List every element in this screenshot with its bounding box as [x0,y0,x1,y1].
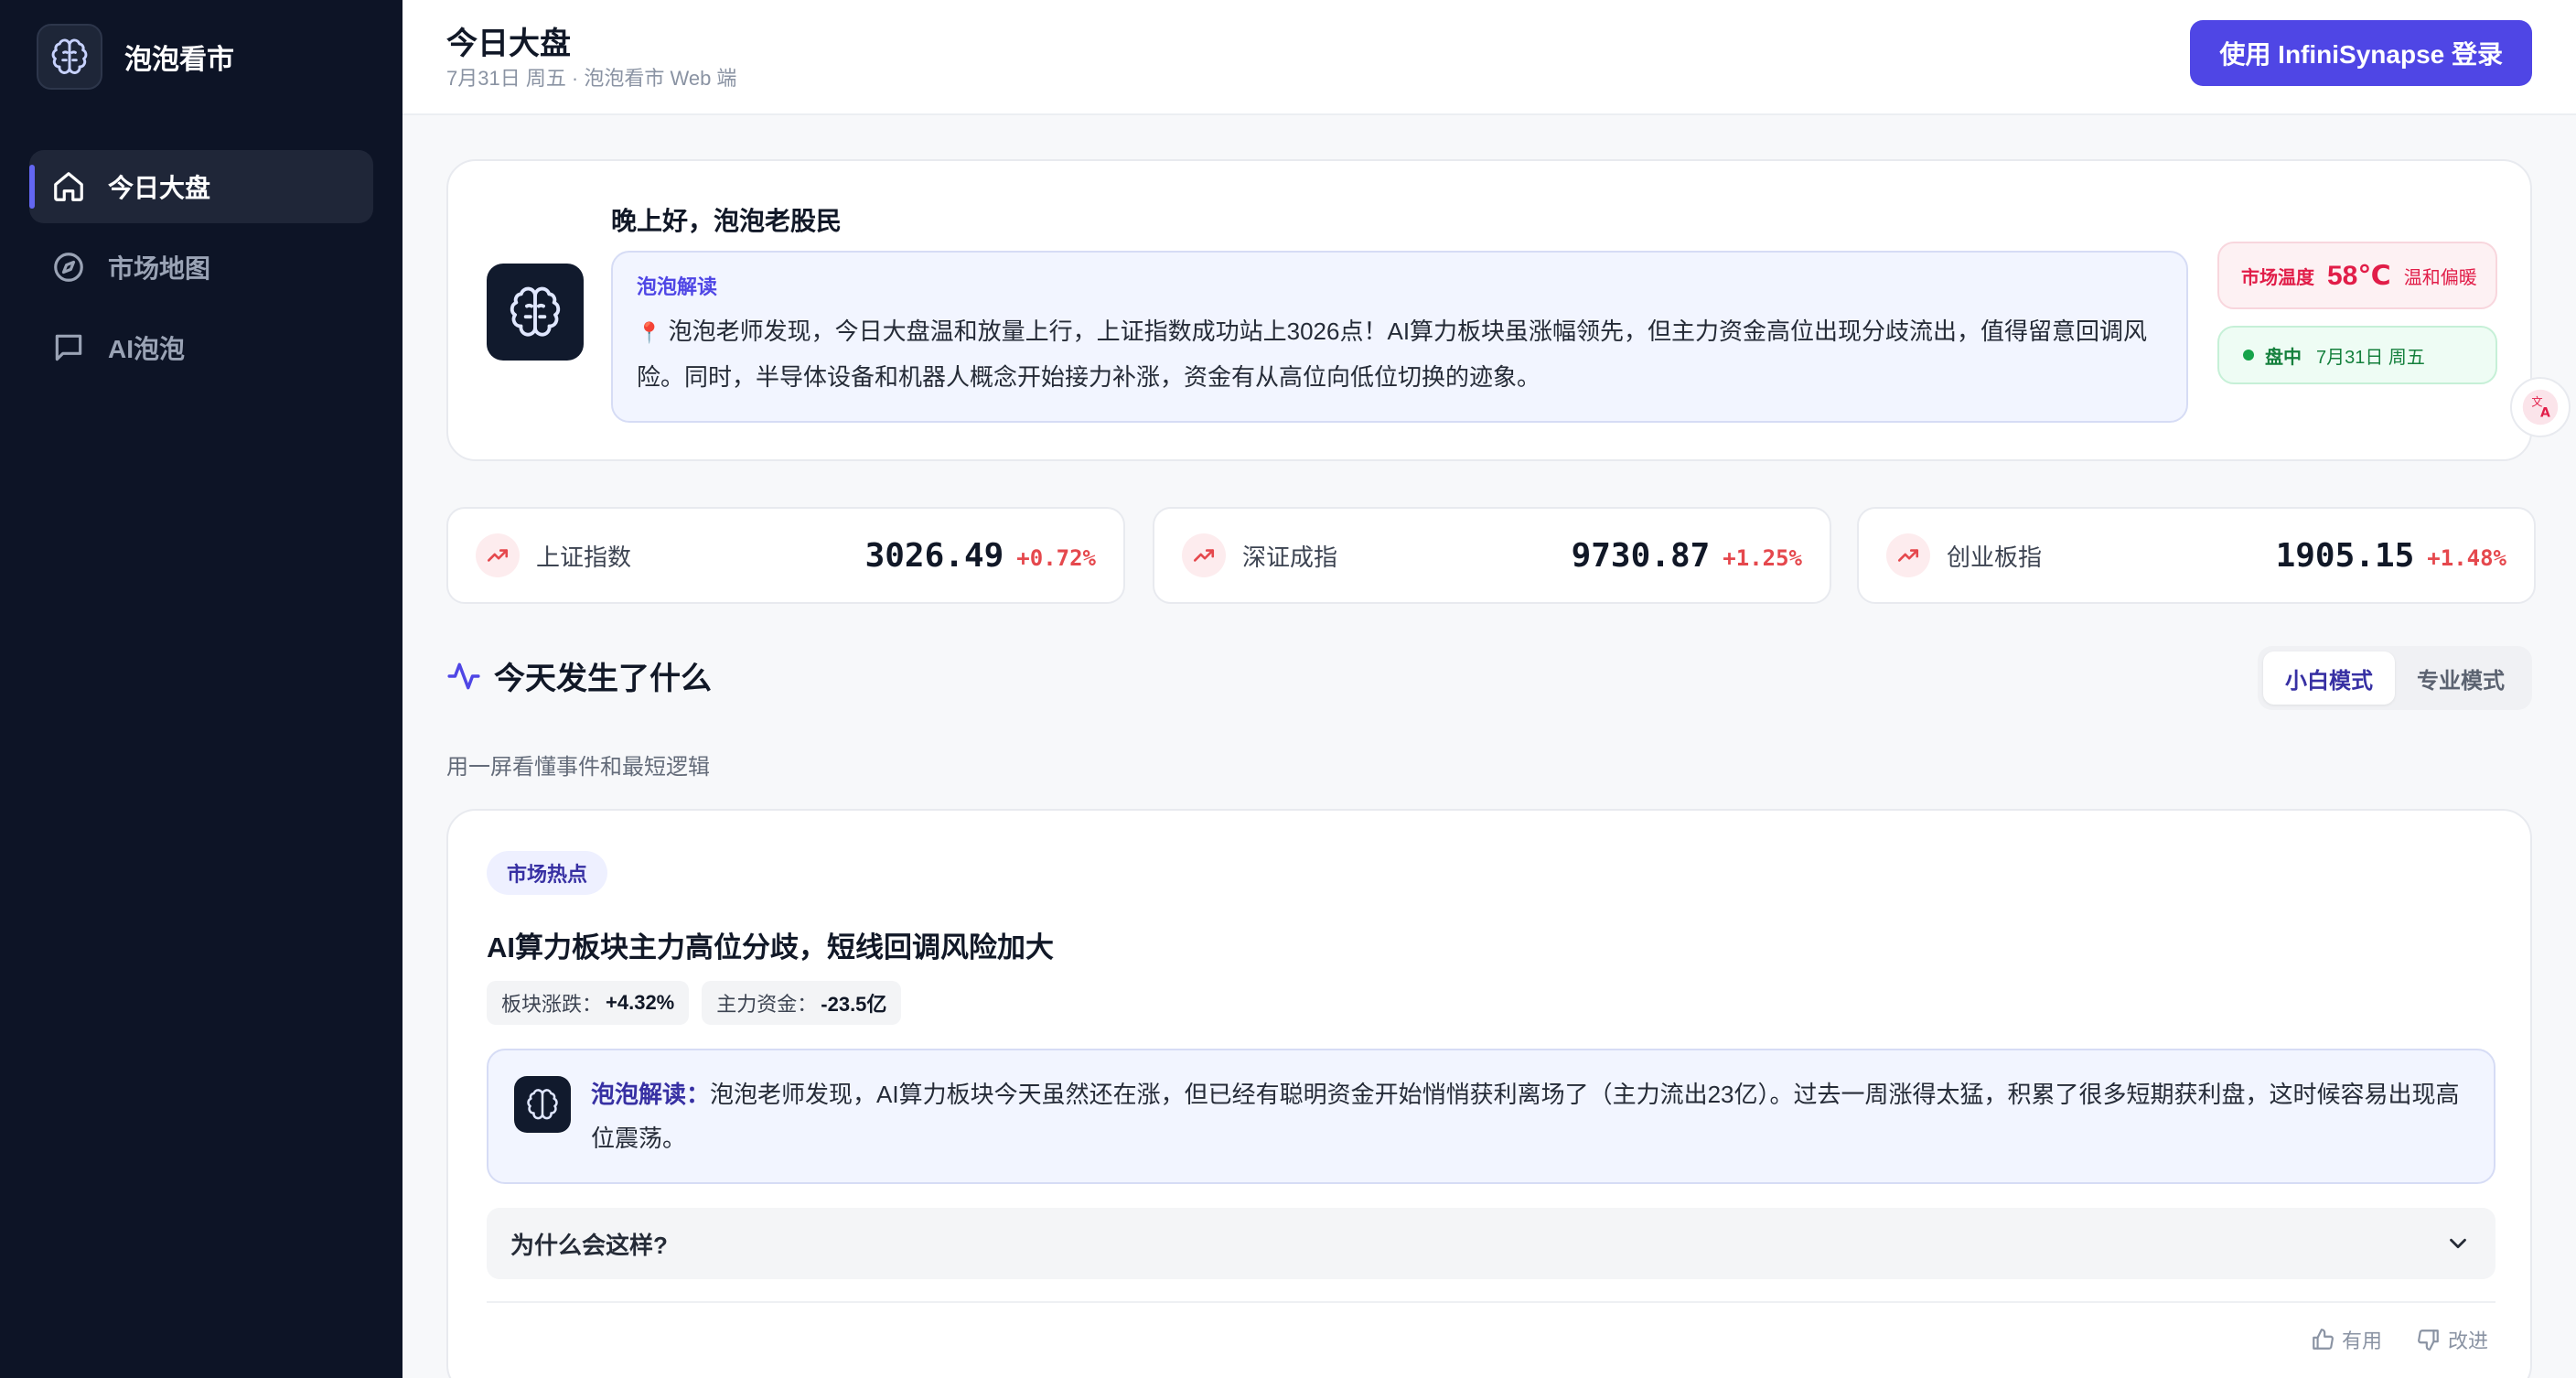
chat-icon [55,334,82,361]
trend-up-icon [476,533,520,577]
summary-text: 📍 泡泡老师发现，今日大盘温和放量上行，上证指数成功站上3026点！AI算力板块… [637,309,2163,399]
brain-avatar-icon [487,264,584,361]
market-temperature-badge: 市场温度 58℃ 温和偏暖 [2217,242,2497,309]
divider [487,1301,2496,1303]
useful-label: 有用 [2341,1330,2382,1352]
mode-toggle: 小白模式 专业模式 [2258,646,2532,710]
thumbs-up-icon [2313,1329,2334,1350]
temperature-label: 市场温度 [2241,267,2314,288]
compass-icon [54,253,83,282]
top-header: 今日大盘 7月31日 周五 · 泡泡看市 Web 端 使用 InfiniSyna… [402,0,2576,115]
event-title: AI算力板块主力高位分歧，短线回调风险加大 [487,931,1054,964]
improve-label: 改进 [2447,1330,2488,1352]
insight-box: 泡泡解读：泡泡老师发现，AI算力板块今天虽然还在涨，但已经有聪明资金开始悄悄获利… [487,1049,2496,1184]
page-title: 今日大盘 [446,27,571,61]
market-summary-box: 泡泡解读 📍 泡泡老师发现，今日大盘温和放量上行，上证指数成功站上3026点！A… [611,251,2188,423]
metric-label: 主力资金： [716,993,818,1016]
summary-label: 泡泡解读 [637,275,718,298]
index-change: +0.72% [1016,545,1096,571]
section-header: 今天发生了什么 [446,653,712,698]
status-dot-icon [2243,350,2254,361]
summary-body: 泡泡老师发现，今日大盘温和放量上行，上证指数成功站上3026点！AI算力板块虽涨… [637,318,2148,391]
translate-icon[interactable]: 文 A [2510,377,2571,437]
why-accordion[interactable]: 为什么会这样? [487,1208,2496,1279]
thumbs-down-icon [2418,1330,2439,1351]
temperature-value: 58℃ [2327,260,2391,291]
mode-beginner-button[interactable]: 小白模式 [2263,651,2395,705]
trend-up-icon [1182,533,1226,577]
section-subtitle: 用一屏看懂事件和最短逻辑 [446,755,710,780]
brain-avatar-icon [514,1076,571,1133]
trend-up-icon [1886,533,1930,577]
login-button[interactable]: 使用 InfiniSynapse 登录 [2190,20,2532,86]
index-value: 3026.49 [864,536,1004,575]
event-metrics: 板块涨跌： +4.32% 主力资金： -23.5亿 [487,981,914,1025]
activity-icon [447,662,480,689]
event-card: 市场热点 AI算力板块主力高位分歧，短线回调风险加大 板块涨跌： +4.32% 主… [446,809,2532,1378]
mode-pro-button[interactable]: 专业模式 [2395,651,2527,705]
useful-button[interactable]: 有用 [2311,1325,2382,1354]
index-name: 上证指数 [536,543,632,571]
why-label: 为什么会这样? [510,1231,668,1259]
index-value: 1905.15 [2275,536,2415,575]
sidebar-item-market-map[interactable]: 市场地图 [29,231,373,304]
app-name: 泡泡看市 [124,45,234,75]
index-name: 创业板指 [1947,543,2043,571]
section-title: 今天发生了什么 [494,662,712,696]
sidebar: 泡泡看市 今日大盘 市场地图 AI泡泡 [0,0,402,1378]
index-name: 深证成指 [1242,543,1338,571]
status-label: 盘中 [2265,347,2302,368]
event-tag: 市场热点 [487,851,608,895]
home-icon [54,172,83,201]
sidebar-item-label: AI泡泡 [108,335,186,363]
sidebar-item-today-market[interactable]: 今日大盘 [29,150,373,223]
brain-logo-icon [37,24,102,90]
index-change: +1.25% [1723,545,1802,571]
pin-icon: 📍 [637,321,662,344]
metric-chip-main-funds: 主力资金： -23.5亿 [702,981,902,1025]
status-date: 7月31日 周五 [2316,347,2425,368]
brand[interactable]: 泡泡看市 [37,24,234,90]
insight-body: 泡泡老师发现，AI算力板块今天虽然还在涨，但已经有聪明资金开始悄悄获利离场了（主… [591,1081,2460,1152]
sidebar-item-ai-bubble[interactable]: AI泡泡 [29,311,373,384]
sidebar-item-label: 市场地图 [108,254,211,283]
insight-label: 泡泡解读： [591,1081,711,1108]
market-status-badge: 盘中 7月31日 周五 [2217,326,2497,384]
sidebar-item-label: 今日大盘 [108,174,211,202]
improve-button[interactable]: 改进 [2417,1325,2488,1354]
chevron-down-icon [2450,1238,2466,1249]
metric-value: +4.32% [606,991,675,1014]
sidebar-nav: 今日大盘 市场地图 AI泡泡 [29,150,373,392]
page-subtitle: 7月31日 周五 · 泡泡看市 Web 端 [446,67,737,90]
index-card-shanghai[interactable]: 上证指数 3026.49 +0.72% [446,507,1125,604]
greeting-card: 晚上好，泡泡老股民 泡泡解读 📍 泡泡老师发现，今日大盘温和放量上行，上证指数成… [446,159,2532,461]
insight-text: 泡泡解读：泡泡老师发现，AI算力板块今天虽然还在涨，但已经有聪明资金开始悄悄获利… [591,1072,2475,1160]
index-card-chinext[interactable]: 创业板指 1905.15 +1.48% [1857,507,2536,604]
metric-chip-sector-change: 板块涨跌： +4.32% [487,981,690,1025]
temperature-desc: 温和偏暖 [2403,267,2477,288]
metric-value: -23.5亿 [821,993,887,1016]
index-change: +1.48% [2427,545,2506,571]
greeting-title: 晚上好，泡泡老股民 [611,207,843,235]
feedback-bar: 有用 改进 [2276,1325,2488,1354]
svg-text:A: A [2540,406,2550,421]
metric-label: 板块涨跌： [501,993,603,1016]
index-value: 9730.87 [1571,536,1711,575]
index-card-shenzhen[interactable]: 深证成指 9730.87 +1.25% [1153,507,1831,604]
